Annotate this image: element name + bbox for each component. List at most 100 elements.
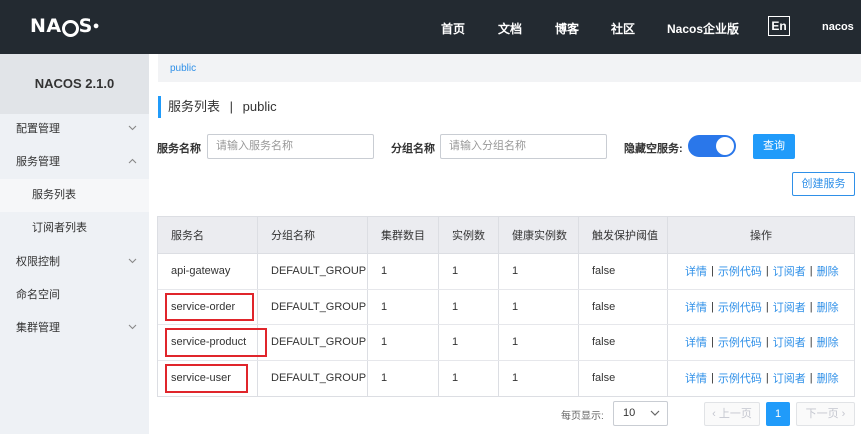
table-header-cell: 分组名称 — [258, 217, 368, 253]
sidebar-item-subscriber-list[interactable]: 订阅者列表 — [0, 212, 149, 245]
detail-link[interactable]: 详情 — [685, 263, 707, 279]
table-header-cell: 集群数目 — [368, 217, 439, 253]
protect-threshold-cell: false — [579, 325, 668, 360]
nav-community[interactable]: 社区 — [611, 20, 635, 37]
nav-enterprise[interactable]: Nacos企业版 — [667, 20, 739, 37]
action-separator: | — [765, 336, 769, 349]
action-separator: | — [711, 336, 714, 349]
detail-link[interactable]: 详情 — [685, 370, 707, 386]
table-row: service-product DEFAULT_GROUP 1 1 1 false 详情 | 示… — [158, 325, 854, 361]
hide-empty-toggle[interactable] — [688, 135, 736, 157]
query-button[interactable]: 查询 — [753, 134, 795, 159]
group-name-cell-text: DEFAULT_GROUP — [271, 372, 367, 385]
sidebar-item-config-management[interactable]: 配置管理 — [0, 113, 149, 146]
detail-link[interactable]: 详情 — [685, 299, 707, 315]
protect-threshold-cell-text: false — [592, 336, 616, 349]
action-separator: | — [711, 300, 714, 313]
logo-text-prefix: NA — [30, 15, 62, 37]
page-size-label: 每页显示: — [561, 411, 604, 422]
table-row: api-gateway DEFAULT_GROUP 1 1 1 false 详情 | 示例代码 |… — [158, 254, 854, 290]
group-name-cell: DEFAULT_GROUP — [258, 325, 368, 360]
group-name-cell-text: DEFAULT_GROUP — [271, 336, 367, 349]
cluster-count-cell-text: 1 — [381, 336, 388, 349]
action-separator: | — [765, 300, 769, 313]
delete-link[interactable]: 删除 — [817, 299, 839, 315]
sidebar-item-cluster-management[interactable]: 集群管理 — [0, 312, 149, 345]
healthy-count-cell: 1 — [499, 254, 579, 289]
prev-page-button[interactable]: ‹ 上一页 — [704, 402, 760, 426]
toggle-knob — [716, 137, 734, 155]
sidebar-item-label: 服务管理 — [16, 156, 60, 168]
detail-link[interactable]: 详情 — [685, 334, 707, 350]
group-name-cell: DEFAULT_GROUP — [258, 360, 368, 396]
subscribers-link[interactable]: 订阅者 — [773, 299, 806, 315]
action-separator: | — [765, 265, 769, 278]
sidebar-title: NACOS 2.1.0 — [0, 54, 149, 114]
instance-count-cell-text: 1 — [452, 372, 459, 385]
group-name-input[interactable]: 请输入分组名称 — [440, 134, 607, 159]
chevron-down-icon — [127, 246, 139, 279]
table-header-cell: 触发保护阈值 — [579, 217, 668, 253]
actions-cell: 详情 | 示例代码 | 订阅者 | 删除 — [668, 325, 854, 360]
sidebar-item-access-control[interactable]: 权限控制 — [0, 246, 149, 279]
action-separator: | — [765, 372, 769, 385]
group-name-cell-text: DEFAULT_GROUP — [271, 300, 367, 313]
sample-code-link[interactable]: 示例代码 — [718, 370, 762, 386]
cluster-count-cell-text: 1 — [381, 372, 388, 385]
sidebar-item-service-management[interactable]: 服务管理 — [0, 146, 149, 179]
next-page-label: 下一页 — [805, 408, 839, 420]
sidebar-item-label: 服务列表 — [32, 189, 76, 201]
service-name-input[interactable]: 请输入服务名称 — [207, 134, 374, 159]
user-menu[interactable]: nacos — [822, 21, 854, 33]
language-switch-button[interactable]: En — [768, 16, 790, 36]
delete-link[interactable]: 删除 — [817, 370, 839, 386]
instance-count-cell-text: 1 — [452, 336, 459, 349]
nav-docs[interactable]: 文档 — [498, 20, 522, 37]
nav-blog[interactable]: 博客 — [555, 20, 579, 37]
chevron-left-icon: ‹ — [712, 408, 719, 420]
sidebar-item-service-list[interactable]: 服务列表 — [0, 179, 149, 212]
current-page-button[interactable]: 1 — [766, 402, 790, 426]
page-size-select[interactable]: 10 — [613, 401, 668, 426]
logo-dot-icon: ● — [92, 20, 100, 32]
nacos-logo[interactable]: NA S ● — [30, 12, 99, 40]
breadcrumb-namespace[interactable]: public — [170, 63, 196, 74]
service-name-label: 服务名称 — [157, 143, 201, 155]
subscribers-link[interactable]: 订阅者 — [773, 334, 806, 350]
highlight-box — [165, 328, 267, 357]
instance-count-cell-text: 1 — [452, 300, 459, 313]
cluster-count-cell: 1 — [368, 360, 439, 396]
actions-cell: 详情 | 示例代码 | 订阅者 | 删除 — [668, 254, 854, 289]
healthy-count-cell: 1 — [499, 360, 579, 396]
service-name-cell: service-order — [158, 289, 258, 324]
service-name-cell: api-gateway — [158, 254, 258, 289]
action-separator: | — [711, 372, 714, 385]
table-header-cell: 健康实例数 — [499, 217, 579, 253]
sample-code-link[interactable]: 示例代码 — [718, 299, 762, 315]
subscribers-link[interactable]: 订阅者 — [773, 263, 806, 279]
delete-link[interactable]: 删除 — [817, 263, 839, 279]
delete-link[interactable]: 删除 — [817, 334, 839, 350]
sidebar-item-namespace[interactable]: 命名空间 — [0, 279, 149, 312]
actions-cell: 详情 | 示例代码 | 订阅者 | 删除 — [668, 290, 854, 325]
action-separator: | — [809, 300, 813, 313]
table-header-cell: 实例数 — [439, 217, 499, 253]
nav-home[interactable]: 首页 — [441, 20, 465, 37]
highlight-box — [165, 363, 249, 393]
sample-code-link[interactable]: 示例代码 — [718, 334, 762, 350]
actions-cell: 详情 | 示例代码 | 订阅者 | 删除 — [668, 361, 854, 397]
breadcrumb: public — [158, 54, 861, 82]
healthy-count-cell-text: 1 — [512, 300, 519, 313]
sidebar-item-label: 权限控制 — [16, 256, 60, 268]
sample-code-link[interactable]: 示例代码 — [718, 263, 762, 279]
healthy-count-cell-text: 1 — [512, 336, 519, 349]
cluster-count-cell-text: 1 — [381, 300, 388, 313]
create-service-button[interactable]: 创建服务 — [792, 172, 855, 196]
next-page-button[interactable]: 下一页 › — [796, 402, 855, 426]
page-title-main: 服务列表 — [168, 99, 221, 114]
chevron-right-icon: › — [838, 408, 846, 420]
subscribers-link[interactable]: 订阅者 — [773, 370, 806, 386]
healthy-count-cell: 1 — [499, 289, 579, 324]
logo-ring-icon — [61, 19, 79, 37]
chevron-up-icon — [127, 146, 139, 179]
